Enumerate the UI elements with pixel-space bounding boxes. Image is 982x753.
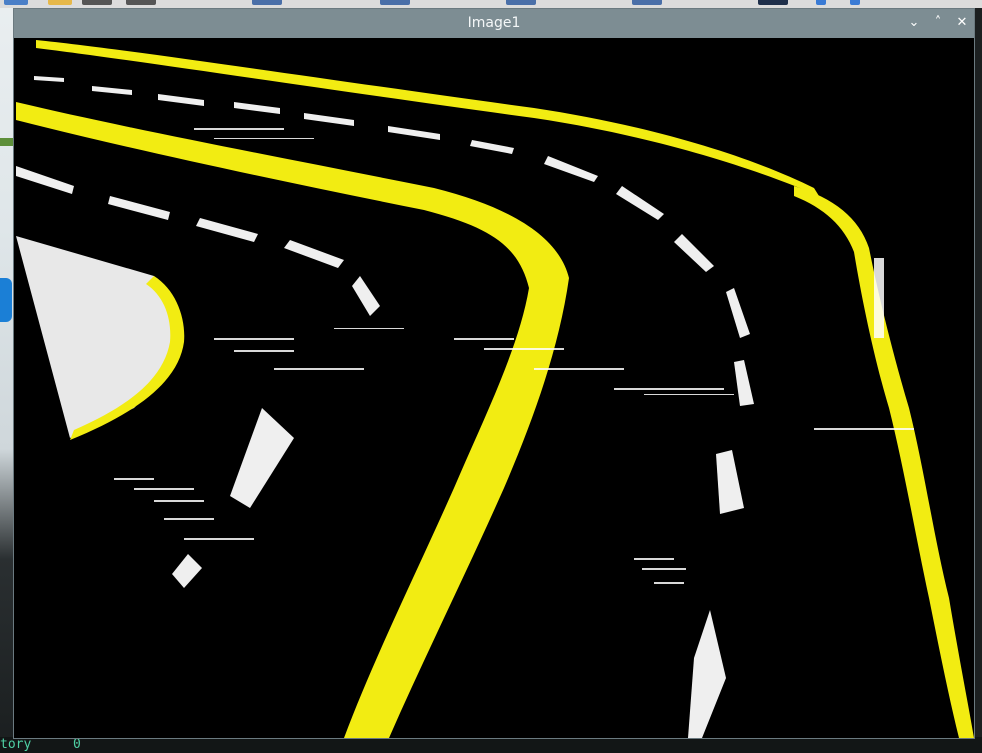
image-canvas (14, 38, 974, 738)
road-lane-image (14, 38, 974, 738)
taskbar (0, 0, 982, 8)
chevron-up-icon[interactable]: ˄ (929, 14, 947, 32)
taskbar-item[interactable] (380, 0, 410, 5)
taskbar-item[interactable] (506, 0, 536, 5)
bluetooth-icon[interactable] (816, 0, 826, 5)
taskbar-item[interactable] (632, 0, 662, 5)
background-window-left (0, 8, 14, 743)
chevron-down-icon[interactable]: ⌄ (905, 14, 923, 32)
taskbar-item-active[interactable] (758, 0, 788, 5)
app-icon[interactable] (4, 0, 28, 5)
terminal-icon[interactable] (82, 0, 112, 5)
desktop: tory 0 Image1 ⌄ ˄ ✕ (0, 0, 982, 753)
background-mark (0, 138, 14, 146)
close-icon[interactable]: ✕ (953, 14, 971, 32)
background-window-right (975, 8, 982, 743)
image-window[interactable]: Image1 ⌄ ˄ ✕ (13, 8, 975, 739)
terminal-text: tory (0, 737, 32, 752)
background-mark (0, 278, 12, 322)
title-bar[interactable]: Image1 ⌄ ˄ ✕ (14, 9, 974, 38)
folder-icon[interactable] (48, 0, 72, 5)
window-title: Image1 (467, 15, 521, 31)
background-terminal: tory 0 (0, 737, 982, 753)
terminal-value: 0 (73, 737, 81, 752)
terminal-icon-2[interactable] (126, 0, 156, 5)
network-icon[interactable] (850, 0, 860, 5)
taskbar-item[interactable] (252, 0, 282, 5)
